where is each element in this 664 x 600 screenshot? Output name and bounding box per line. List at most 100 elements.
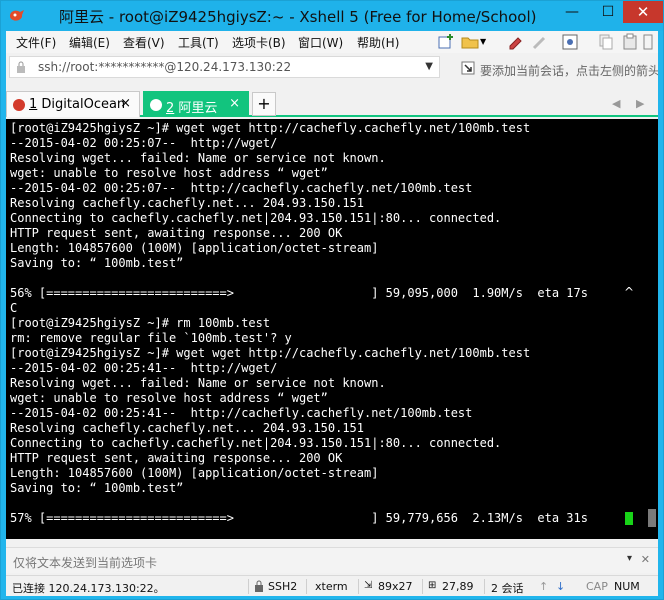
close-button[interactable]: ✕: [623, 1, 663, 23]
terminal-line: Length: 104857600 (100M) [application/oc…: [10, 241, 379, 255]
scrollbar-thumb[interactable]: [648, 509, 656, 527]
arrow-down-icon[interactable]: ↓: [556, 580, 565, 593]
disconnect-icon[interactable]: [530, 32, 550, 52]
properties-icon[interactable]: [560, 32, 580, 52]
address-dropdown-icon[interactable]: ▼: [425, 61, 433, 72]
status-divider: [422, 579, 423, 594]
add-session-hint: 要添加当前会话，点击左侧的箭头: [480, 64, 658, 78]
title-bar[interactable]: 阿里云 - root@iZ9425hgiysZ:~ - Xshell 5 (Fr…: [1, 1, 663, 31]
terminal-line: C: [10, 301, 18, 315]
terminal-line: Resolving wget... failed: Name or servic…: [10, 151, 386, 165]
size-icon: ⇲: [364, 580, 373, 591]
terminal-line: Length: 104857600 (100M) [application/oc…: [10, 466, 379, 480]
terminal-output: [root@iZ9425hgiysZ ~]# wget wget http://…: [10, 121, 636, 526]
tab-aliyun-label: 2 阿里云: [166, 97, 217, 116]
terminal-line: --2015-04-02 00:25:41-- http://wget/: [10, 361, 278, 375]
menu-tools[interactable]: 工具(T): [178, 34, 219, 51]
xshell-app-icon: [10, 10, 24, 21]
tab-aliyun[interactable]: 2 阿里云 ×: [143, 91, 249, 117]
tab-digitalocean-label: 1 DigitalOcean: [29, 97, 125, 112]
status-divider: [306, 579, 307, 594]
tab-close-icon[interactable]: ×: [120, 96, 131, 111]
session-count: 2 会话: [491, 582, 524, 595]
terminal-size: 89x27: [378, 580, 413, 593]
add-session-arrow-icon[interactable]: [461, 61, 475, 75]
reconnect-icon[interactable]: [506, 32, 526, 52]
compose-bar[interactable]: 仅将文本发送到当前选项卡 ▾ ✕: [6, 547, 658, 573]
new-session-icon[interactable]: [436, 32, 456, 52]
terminal-line: HTTP request sent, awaiting response... …: [10, 451, 343, 465]
terminal-line: Saving to: “ 100mb.test”: [10, 256, 184, 270]
overflow-icon[interactable]: [642, 32, 654, 52]
terminal-view[interactable]: [root@iZ9425hgiysZ ~]# wget wget http://…: [6, 119, 658, 539]
paste-icon[interactable]: [620, 32, 640, 52]
protocol: SSH2: [268, 580, 298, 593]
connection-status: 已连接 120.24.173.130:22。: [12, 582, 165, 595]
terminal-line: Connecting to cachefly.cachefly.net|204.…: [10, 436, 502, 450]
tab-index: 2: [166, 101, 175, 116]
terminal-line: Connecting to cachefly.cachefly.net|204.…: [10, 211, 502, 225]
num-lock-indicator: NUM: [614, 580, 640, 593]
terminal-line: 56% [=========================> ] 59,095…: [10, 286, 588, 300]
client-area: 文件(F) 编辑(E) 查看(V) 工具(T) 选项卡(B) 窗口(W) 帮助(…: [6, 31, 658, 596]
tab-name: DigitalOcean: [41, 97, 126, 112]
tab-name: 阿里云: [178, 101, 218, 116]
terminal-line: Resolving wget... failed: Name or servic…: [10, 376, 386, 390]
status-divider: [358, 579, 359, 594]
vertical-scrollbar[interactable]: [646, 119, 658, 539]
cursor-position: 27,89: [442, 580, 474, 593]
terminal-line: wget: unable to resolve host address “ w…: [10, 166, 328, 180]
chevron-down-icon[interactable]: ▼: [480, 37, 500, 57]
address-value: ssh://root:***********@120.24.173.130:22: [38, 60, 292, 74]
window-title: 阿里云 - root@iZ9425hgiysZ:~ - Xshell 5 (Fr…: [59, 8, 537, 26]
menu-help[interactable]: 帮助(H): [357, 34, 399, 51]
terminal-line: --2015-04-02 00:25:07-- http://cachefly.…: [10, 181, 473, 195]
terminal-line: Resolving cachefly.cachefly.net... 204.9…: [10, 421, 365, 435]
scroll-indicator-icon: ^: [624, 285, 635, 299]
menu-tabs[interactable]: 选项卡(B): [232, 34, 286, 51]
tab-digitalocean[interactable]: 1 DigitalOcean ×: [6, 91, 140, 117]
tab-status-icon: [13, 99, 25, 111]
lock-icon: [17, 61, 25, 73]
compose-dropdown-icon[interactable]: ▾: [627, 553, 632, 564]
menu-file[interactable]: 文件(F): [16, 34, 56, 51]
terminal-line: HTTP request sent, awaiting response... …: [10, 226, 343, 240]
tab-strip: 1 DigitalOcean × 2 阿里云 × + ◀ ▶: [6, 89, 658, 117]
status-bar: 已连接 120.24.173.130:22。 SSH2 xterm ⇲ 89x2…: [6, 575, 658, 596]
compose-close-icon[interactable]: ✕: [641, 553, 650, 566]
toolbar: ▼: [436, 32, 658, 52]
menu-window[interactable]: 窗口(W): [298, 34, 343, 51]
maximize-button[interactable]: ☐: [593, 1, 623, 23]
xshell-window: 阿里云 - root@iZ9425hgiysZ:~ - Xshell 5 (Fr…: [0, 0, 664, 600]
lock-icon: [255, 580, 263, 592]
status-divider: [484, 579, 485, 594]
terminal-line: rm: remove regular file `100mb.test'? y: [10, 331, 292, 345]
terminal-line: [root@iZ9425hgiysZ ~]# wget wget http://…: [10, 346, 531, 360]
compose-input[interactable]: 仅将文本发送到当前选项卡: [13, 554, 157, 571]
copy-icon[interactable]: [596, 32, 616, 52]
menu-bar: 文件(F) 编辑(E) 查看(V) 工具(T) 选项卡(B) 窗口(W) 帮助(…: [6, 31, 658, 53]
terminal-line: --2015-04-02 00:25:07-- http://wget/: [10, 136, 278, 150]
tab-prev-icon[interactable]: ◀: [612, 97, 620, 110]
menu-view[interactable]: 查看(V): [123, 34, 165, 51]
arrow-up-icon[interactable]: ↑: [539, 580, 548, 593]
terminal-line: Resolving cachefly.cachefly.net... 204.9…: [10, 196, 365, 210]
terminal-line: wget: unable to resolve host address “ w…: [10, 391, 328, 405]
cursor-icon: ⊞: [428, 580, 437, 591]
status-divider: [248, 579, 249, 594]
address-bar[interactable]: ssh://root:***********@120.24.173.130:22…: [9, 56, 440, 78]
menu-edit[interactable]: 编辑(E): [69, 34, 110, 51]
caps-lock-indicator: CAP: [586, 580, 608, 593]
terminal-line: [root@iZ9425hgiysZ ~]# wget wget http://…: [10, 121, 531, 135]
open-folder-icon[interactable]: [460, 32, 480, 52]
terminal-type: xterm: [315, 580, 348, 593]
tab-index: 1: [29, 97, 38, 112]
tab-close-icon[interactable]: ×: [229, 96, 240, 111]
terminal-line: --2015-04-02 00:25:41-- http://cachefly.…: [10, 406, 473, 420]
terminal-cursor: [625, 512, 633, 525]
terminal-line: Saving to: “ 100mb.test”: [10, 481, 184, 495]
new-tab-button[interactable]: +: [252, 92, 276, 116]
minimize-button[interactable]: —: [557, 1, 587, 23]
tab-next-icon[interactable]: ▶: [636, 97, 644, 110]
